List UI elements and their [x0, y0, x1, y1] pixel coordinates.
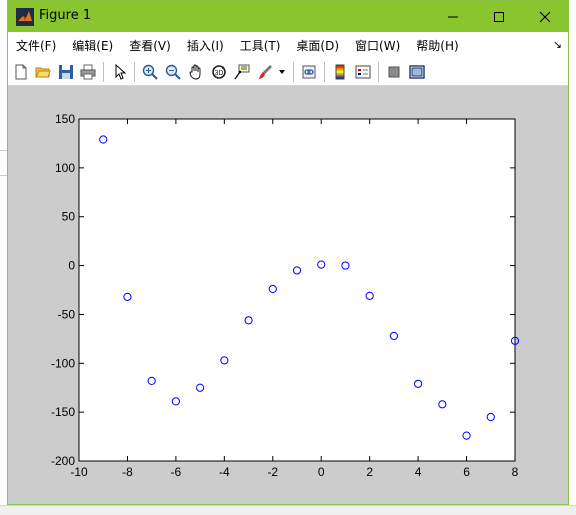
- brush-icon: [259, 65, 272, 79]
- open-file-button[interactable]: [33, 62, 53, 82]
- scatter-plot[interactable]: -10 -8 -6 -4 -2 0 2 4 6 8150100500-50-100-150-200: [8, 86, 568, 504]
- x-tick-label: -8: [122, 465, 133, 479]
- menu-insert[interactable]: 插入(I): [179, 37, 232, 54]
- toolbar-separator: [324, 62, 325, 82]
- insert-legend-icon: [355, 65, 371, 79]
- chevron-down-icon: [279, 70, 285, 74]
- menu-view[interactable]: 查看(V): [121, 37, 179, 54]
- zoom-out-icon: [165, 64, 181, 80]
- figure-canvas: -10 -8 -6 -4 -2 0 2 4 6 8 150 100 50 0 -50 -100 -150 -200: [8, 86, 568, 504]
- maximize-icon: [494, 11, 504, 22]
- x-tick-label: 4: [415, 465, 422, 479]
- link-plot-icon: [302, 65, 316, 79]
- toolbar-separator: [103, 62, 104, 82]
- svg-text:3D: 3D: [215, 70, 224, 77]
- menu-desktop[interactable]: 桌面(D): [288, 37, 347, 54]
- x-tick-label: 0: [318, 465, 325, 479]
- y-tick-label: -50: [58, 307, 76, 321]
- minimize-button[interactable]: [430, 1, 476, 32]
- show-plot-tools-icon: [409, 65, 425, 79]
- pan-button[interactable]: [186, 62, 206, 82]
- link-plot-button[interactable]: [299, 62, 319, 82]
- y-tick-label: -200: [51, 454, 75, 468]
- save-icon: [59, 65, 73, 79]
- hide-plot-tools-button[interactable]: [384, 62, 404, 82]
- rotate-3d-button[interactable]: 3D: [209, 62, 229, 82]
- menu-help[interactable]: 帮助(H): [408, 37, 466, 54]
- menu-file[interactable]: 文件(F): [8, 37, 64, 54]
- data-cursor-button[interactable]: [232, 62, 252, 82]
- hide-plot-tools-icon: [388, 66, 400, 78]
- toolbar-separator: [134, 62, 135, 82]
- y-tick-label: -150: [51, 405, 75, 419]
- menu-edit[interactable]: 编辑(E): [64, 37, 121, 54]
- toolbar-separator: [378, 62, 379, 82]
- minimize-icon: [448, 16, 458, 17]
- y-tick-label: -100: [51, 356, 75, 370]
- y-tick-label: 0: [68, 259, 75, 273]
- y-tick-label: 150: [55, 112, 75, 126]
- x-tick-label: -6: [171, 465, 182, 479]
- close-button[interactable]: [522, 1, 568, 32]
- zoom-in-button[interactable]: [140, 62, 160, 82]
- edit-plot-button[interactable]: [110, 62, 130, 82]
- data-cursor-icon: [234, 64, 250, 80]
- title-bar[interactable]: Figure 1: [8, 1, 568, 32]
- menu-bar: 文件(F) 编辑(E) 查看(V) 插入(I) 工具(T) 桌面(D) 窗口(W…: [8, 32, 568, 58]
- print-icon: [80, 64, 96, 80]
- toolbar-separator: [293, 62, 294, 82]
- open-file-icon: [35, 67, 51, 78]
- plot-axes-box: [78, 118, 516, 462]
- dock-arrow-icon[interactable]: ↘: [553, 38, 562, 51]
- brush-dropdown-button[interactable]: [276, 62, 288, 82]
- new-figure-button[interactable]: [11, 62, 31, 82]
- menu-window[interactable]: 窗口(W): [347, 37, 408, 54]
- insert-legend-button[interactable]: [353, 62, 373, 82]
- zoom-in-icon: [142, 64, 158, 80]
- figure-toolbar: 3D: [8, 58, 568, 86]
- y-tick-label: 100: [55, 161, 75, 175]
- brush-button[interactable]: [255, 62, 275, 82]
- window-title: Figure 1: [39, 8, 92, 23]
- edit-plot-arrow-icon: [115, 64, 127, 80]
- x-tick-label: -4: [219, 465, 230, 479]
- pan-hand-icon: [189, 64, 201, 80]
- figure-window: Figure 1 文件(F) 编辑(E) 查看(V) 插入(I) 工具(T) 桌…: [7, 0, 569, 505]
- close-icon: [539, 11, 551, 22]
- save-button[interactable]: [56, 62, 76, 82]
- matlab-icon: [16, 8, 34, 26]
- x-tick-label: 2: [366, 465, 373, 479]
- x-tick-label: 8: [512, 465, 519, 479]
- insert-colorbar-icon: [335, 64, 345, 80]
- new-figure-icon: [15, 64, 27, 80]
- rotate-3d-icon: 3D: [212, 65, 226, 79]
- zoom-out-button[interactable]: [163, 62, 183, 82]
- maximize-button[interactable]: [476, 1, 522, 32]
- insert-colorbar-button[interactable]: [330, 62, 350, 82]
- x-tick-label: -2: [267, 465, 278, 479]
- x-tick-label: 6: [463, 465, 470, 479]
- menu-tools[interactable]: 工具(T): [232, 37, 289, 54]
- print-button[interactable]: [78, 62, 98, 82]
- show-plot-tools-button[interactable]: [407, 62, 427, 82]
- y-tick-label: 50: [62, 210, 76, 224]
